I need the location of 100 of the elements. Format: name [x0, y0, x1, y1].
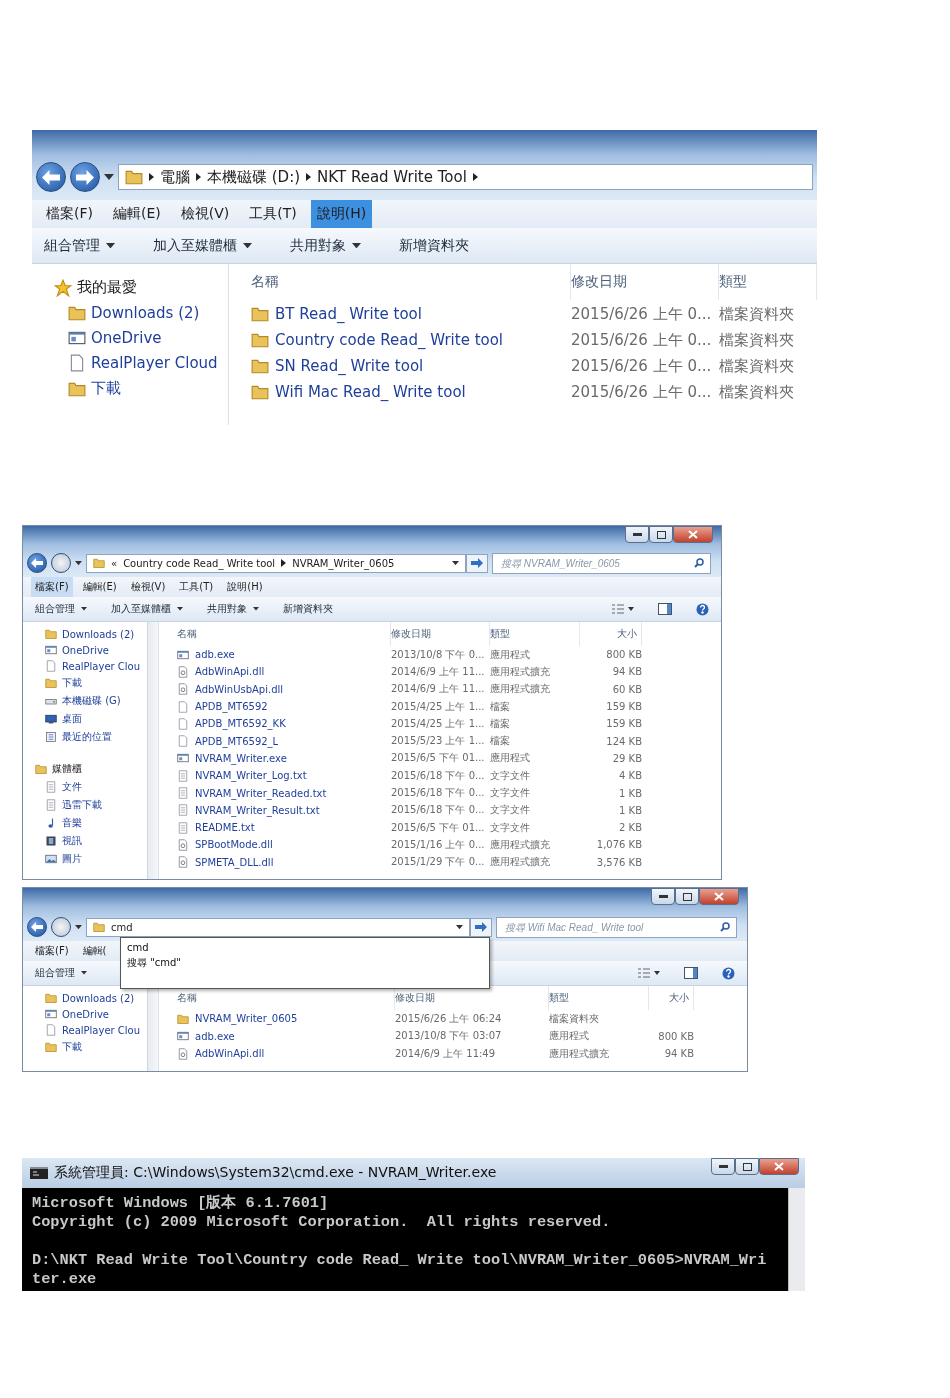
menu-item[interactable]: 編輯(E)	[78, 577, 121, 597]
minimize-button[interactable]	[625, 526, 649, 543]
maximize-button[interactable]	[735, 1158, 759, 1175]
sidebar-item[interactable]: RealPlayer Clou	[62, 660, 141, 672]
view-options-icon[interactable]	[638, 968, 660, 978]
sidebar-item[interactable]: 視訊	[62, 834, 82, 848]
column-header[interactable]: 類型	[490, 622, 580, 646]
view-options-icon[interactable]	[612, 604, 634, 614]
file-name[interactable]: NVRAM_Writer.exe	[195, 752, 287, 764]
file-name[interactable]: adb.exe	[195, 649, 235, 661]
address-bar[interactable]: « Country code Read_ Write tool NVRAM_Writer_0605	[86, 553, 466, 573]
minimize-button[interactable]	[651, 888, 675, 905]
search-input[interactable]: 搜尋 Wifi Mac Read_ Write tool	[503, 920, 720, 934]
search-field[interactable]: 搜尋 NVRAM_Writer_0605	[492, 552, 711, 574]
sidebar-item[interactable]: OneDrive	[91, 329, 162, 347]
help-icon[interactable]	[722, 966, 735, 980]
file-name[interactable]: SPMETA_DLL.dll	[195, 856, 274, 868]
sidebar-item[interactable]: 本機磁碟 (G)	[62, 694, 121, 708]
toolbar-button[interactable]: 組合管理	[35, 602, 87, 616]
menu-item[interactable]: 檢視(V)	[174, 200, 236, 228]
menu-item[interactable]: 檢視(V)	[126, 577, 170, 597]
file-name[interactable]: APDB_MT6592	[195, 701, 268, 713]
file-name[interactable]: SPBootMode.dll	[195, 839, 273, 851]
breadcrumb[interactable]: NVRAM_Writer_0605	[292, 557, 395, 569]
sidebar-item[interactable]: 下載	[62, 676, 82, 690]
toolbar-button[interactable]: 共用對象	[290, 236, 361, 255]
file-name[interactable]: NVRAM_Writer_Result.txt	[195, 804, 320, 816]
address-bar[interactable]: 電腦 本機磁碟 (D:) NKT Read Write Tool	[118, 164, 813, 190]
breadcrumb[interactable]: 本機磁碟 (D:)	[207, 167, 301, 187]
toolbar-button[interactable]: 加入至媒體櫃	[153, 236, 252, 255]
menu-item[interactable]: 說明(H)	[223, 577, 267, 597]
sidebar-item[interactable]: OneDrive	[62, 644, 110, 656]
maximize-button[interactable]	[649, 526, 673, 543]
toolbar-button[interactable]: 組合管理	[44, 236, 115, 255]
toolbar-button[interactable]: 共用對象	[207, 602, 259, 616]
overflow-mark[interactable]: «	[111, 557, 118, 569]
file-name[interactable]: SN Read_ Write tool	[275, 357, 424, 375]
sidebar-item[interactable]: OneDrive	[62, 1008, 110, 1020]
file-name[interactable]: Wifi Mac Read_ Write tool	[275, 383, 466, 401]
suggestion[interactable]: 搜尋 "cmd"	[127, 954, 483, 970]
close-button[interactable]	[699, 888, 739, 905]
breadcrumb[interactable]: NKT Read Write Tool	[317, 168, 467, 186]
minimize-button[interactable]	[711, 1158, 735, 1175]
forward-button[interactable]	[70, 162, 100, 192]
menu-item[interactable]: 說明(H)	[310, 200, 373, 228]
back-button[interactable]	[27, 553, 47, 573]
file-name[interactable]: NVRAM_Writer_0605	[195, 1013, 298, 1025]
toolbar-button[interactable]: 組合管理	[35, 966, 87, 980]
breadcrumb[interactable]: Country code Read_ Write tool	[123, 557, 276, 569]
file-name[interactable]: Country code Read_ Write tool	[275, 331, 504, 349]
address-bar[interactable]: cmd	[86, 917, 470, 937]
menu-item[interactable]: 檔案(F)	[31, 577, 73, 597]
maximize-button[interactable]	[675, 888, 699, 905]
sidebar-item[interactable]: Downloads (2)	[62, 992, 135, 1004]
back-button[interactable]	[36, 162, 66, 192]
sidebar-item[interactable]: 最近的位置	[62, 730, 112, 744]
preview-pane-icon[interactable]	[684, 967, 698, 979]
sidebar-item[interactable]: 下載	[62, 1040, 82, 1054]
column-header[interactable]: 大小	[649, 986, 694, 1010]
go-button[interactable]	[470, 917, 492, 937]
close-button[interactable]	[759, 1158, 799, 1175]
breadcrumb[interactable]: 電腦	[160, 167, 190, 187]
file-name[interactable]: AdbWinApi.dll	[195, 1048, 265, 1060]
refresh-button[interactable]	[466, 553, 488, 573]
file-name[interactable]: AdbWinUsbApi.dll	[195, 683, 284, 695]
toolbar-button[interactable]: 加入至媒體櫃	[111, 602, 183, 616]
sidebar-item[interactable]: 圖片	[62, 852, 82, 866]
column-header[interactable]: 名稱	[251, 264, 571, 300]
column-header[interactable]: 大小	[580, 622, 642, 646]
menu-item[interactable]: 編輯(E)	[107, 200, 167, 228]
column-header[interactable]: 修改日期	[571, 264, 719, 300]
column-header[interactable]: 類型	[719, 264, 817, 300]
sidebar-item[interactable]: 桌面	[62, 712, 82, 726]
sidebar-item[interactable]: 媒體櫃	[52, 762, 82, 776]
menu-item[interactable]: 檔案(F)	[31, 941, 73, 961]
sidebar-item[interactable]: 迅雷下載	[62, 798, 102, 812]
file-name[interactable]: AdbWinApi.dll	[195, 666, 265, 678]
menu-item[interactable]: 工具(T)	[175, 577, 218, 597]
file-name[interactable]: APDB_MT6592_KK	[195, 718, 286, 730]
column-header[interactable]: 名稱	[177, 622, 391, 646]
sidebar-item[interactable]: 文件	[62, 780, 82, 794]
close-button[interactable]	[673, 526, 713, 543]
sidebar-item[interactable]: Downloads (2)	[91, 304, 200, 322]
file-name[interactable]: NVRAM_Writer_Log.txt	[195, 770, 307, 782]
search-input[interactable]: 搜尋 NVRAM_Writer_0605	[499, 556, 694, 570]
sidebar-item[interactable]: 我的最愛	[77, 278, 137, 297]
sidebar-item[interactable]: Downloads (2)	[62, 628, 135, 640]
file-name[interactable]: APDB_MT6592_L	[195, 735, 279, 747]
file-name[interactable]: adb.exe	[195, 1030, 235, 1042]
menu-item[interactable]: 檔案(F)	[40, 200, 99, 228]
file-name[interactable]: NVRAM_Writer_Readed.txt	[195, 787, 327, 799]
sidebar-item[interactable]: 下載	[91, 379, 121, 398]
column-header[interactable]: 修改日期	[391, 622, 490, 646]
menu-item[interactable]: 工具(T)	[243, 200, 303, 228]
file-name[interactable]: BT Read_ Write tool	[275, 305, 422, 323]
column-header[interactable]: 類型	[549, 986, 649, 1010]
sidebar-item[interactable]: 音樂	[62, 816, 82, 830]
scrollbar[interactable]	[147, 986, 158, 1071]
sidebar-item[interactable]: RealPlayer Cloud	[91, 354, 218, 372]
column-header[interactable]: 名稱	[177, 986, 395, 1010]
